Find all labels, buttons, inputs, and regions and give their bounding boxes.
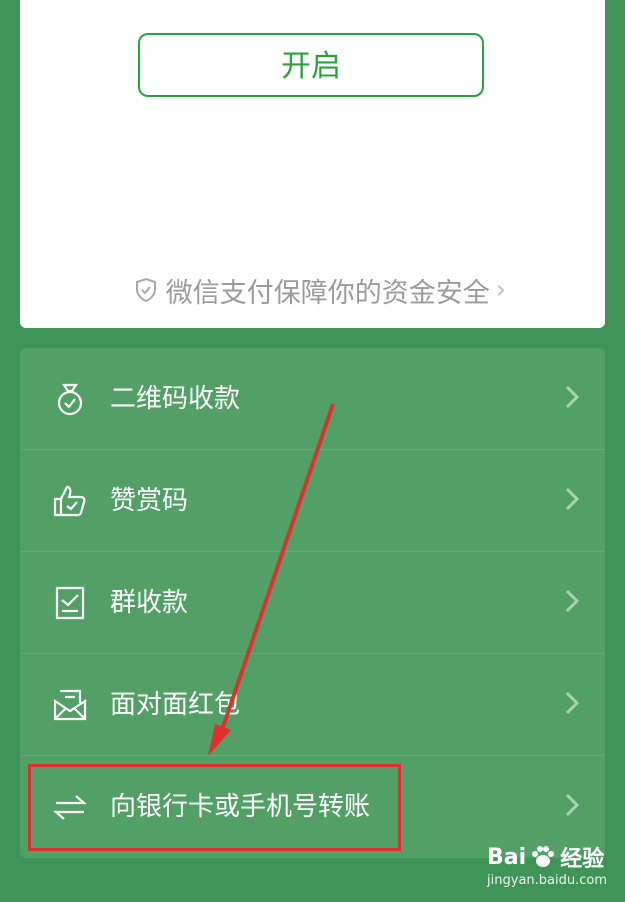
- menu-item-label: 面对面红包: [110, 690, 241, 720]
- chevron-right-icon: [565, 793, 579, 817]
- watermark-url: jingyan.baidu.com: [487, 873, 607, 888]
- thumbs-up-icon: [53, 485, 86, 517]
- baidu-watermark: Bai 经验 jingyan.baidu.com: [487, 841, 607, 889]
- menu-item-label: 赞赏码: [110, 486, 189, 516]
- chevron-right-icon: [565, 691, 579, 715]
- red-packet-icon: [53, 689, 87, 721]
- open-button[interactable]: 开启: [138, 33, 484, 97]
- menu-item-face-to-face-red-packet[interactable]: 面对面红包: [20, 654, 605, 756]
- highlight-box: [28, 764, 401, 851]
- paw-icon: [532, 846, 555, 867]
- chevron-right-icon: [565, 385, 579, 409]
- watermark-suffix: 经验: [560, 847, 605, 872]
- watermark-brand: Bai: [487, 844, 527, 870]
- menu-item-label: 二维码收款: [110, 384, 241, 414]
- menu-item-label: 群收款: [110, 588, 189, 618]
- chevron-right-icon: ›: [495, 275, 507, 305]
- safety-link[interactable]: 微信支付保障你的资金安全 ›: [110, 268, 530, 312]
- chevron-right-icon: [565, 589, 579, 613]
- menu-item-qr-receive[interactable]: 二维码收款: [20, 348, 605, 450]
- safety-text: 微信支付保障你的资金安全: [165, 277, 490, 309]
- menu-item-group-receipt[interactable]: 群收款: [20, 552, 605, 654]
- shield-icon: [135, 277, 156, 303]
- group-receipt-icon: [55, 586, 85, 620]
- chevron-right-icon: [565, 487, 579, 511]
- money-bag-icon: [57, 383, 83, 416]
- menu-item-reward-code[interactable]: 赞赏码: [20, 450, 605, 552]
- top-card: 开启 微信支付保障你的资金安全 ›: [20, 0, 605, 328]
